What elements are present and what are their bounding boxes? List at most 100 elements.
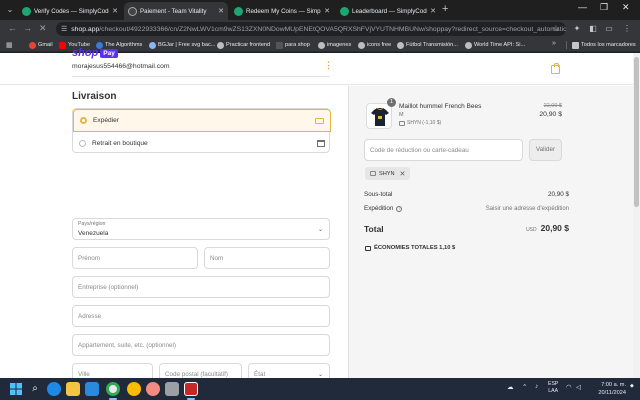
radio-unselected[interactable]	[79, 139, 86, 147]
product-thumbnail	[366, 103, 392, 129]
city-field[interactable]: Ville	[72, 363, 153, 378]
radio-selected[interactable]	[80, 117, 87, 124]
globe-icon	[217, 41, 224, 49]
globe-icon	[358, 41, 365, 49]
bookmark-para-shop[interactable]: para shop	[276, 40, 310, 50]
tab-search-icon[interactable]: ⌄	[4, 4, 16, 16]
chevron-up-icon[interactable]: ⌃	[522, 383, 527, 391]
first-name-field[interactable]: Prénom	[72, 247, 198, 269]
simplycodes-icon	[22, 6, 31, 16]
notification-icon[interactable]: ◆	[630, 383, 634, 389]
bookmark-icons-free[interactable]: icons free	[358, 40, 391, 50]
discount-code-field[interactable]: Code de réduction ou carte-cadeau	[364, 139, 523, 161]
close-window-icon[interactable]: ✕	[622, 2, 630, 13]
address-field[interactable]: Adresse	[72, 305, 330, 327]
cloud-icon[interactable]: ☁	[507, 383, 514, 391]
file-explorer-icon[interactable]	[66, 382, 80, 396]
bookmark-star-icon[interactable]: ☆	[551, 24, 561, 34]
apps-grid-icon[interactable]: ▦	[6, 41, 13, 49]
tab-paiement[interactable]: Paiement - Team Vitality ✕	[124, 2, 228, 20]
shipping-label: Expédition ?	[364, 205, 403, 212]
chrome-icon[interactable]	[106, 382, 120, 396]
new-tab-button[interactable]: +	[442, 3, 448, 15]
all-bookmarks-button[interactable]: Todos los marcadores	[572, 40, 636, 50]
quantity-badge: 1	[387, 98, 396, 107]
search-icon[interactable]: ⌕	[28, 382, 42, 396]
bookmark-world-time-api[interactable]: World Time API: Si...	[465, 40, 525, 50]
total-savings: ÉCONOMIES TOTALES 1,10 $	[365, 245, 455, 251]
language-indicator[interactable]: ESP LAA	[548, 381, 558, 395]
folder-icon	[276, 41, 283, 49]
maximize-icon[interactable]: ❐	[600, 2, 608, 13]
discounted-price: 20,90 $	[539, 111, 562, 118]
globe-icon	[318, 41, 325, 49]
bookmark-bgjar[interactable]: BGJar | Free svg bac...	[149, 40, 215, 50]
globe-icon	[465, 41, 472, 49]
stop-loading-icon[interactable]: ✕	[39, 23, 47, 34]
delivery-heading: Livraison	[72, 91, 117, 102]
recording-app-icon[interactable]	[184, 382, 198, 396]
site-info-icon[interactable]: ☰	[61, 25, 67, 33]
company-field[interactable]: Entreprise (optionnel)	[72, 276, 330, 298]
gmail-icon	[29, 41, 36, 49]
tab-redeem-coins[interactable]: Redeem My Coins — SimplyCodes ✕	[230, 2, 334, 20]
tag-icon	[399, 120, 405, 126]
youtube-icon	[59, 41, 66, 49]
state-select[interactable]: État ⌄	[248, 363, 330, 378]
app-icon[interactable]	[165, 382, 179, 396]
wifi-icon[interactable]: ◠	[566, 383, 572, 391]
extension-icon[interactable]: ✦	[572, 24, 582, 34]
jersey-icon	[371, 107, 389, 126]
page-scrollbar[interactable]	[633, 53, 640, 378]
tab-title: Verify Codes — SimplyCodes	[34, 7, 110, 15]
tab-leaderboard[interactable]: Leaderboard — SimplyCodes ✕	[336, 2, 440, 20]
postal-code-field[interactable]: Code postal (facultatif)	[159, 363, 242, 378]
vscode-icon[interactable]	[85, 382, 99, 396]
menu-icon[interactable]: ⋮	[622, 24, 632, 34]
close-tab-icon[interactable]: ✕	[430, 7, 436, 15]
tab-verify-codes[interactable]: Verify Codes — SimplyCodes ✕	[18, 2, 122, 20]
edge-icon[interactable]	[47, 382, 61, 396]
address-bar[interactable]: ☰ shop.app /checkout/4922933366/cn/Z2NwL…	[56, 22, 566, 36]
forward-icon[interactable]: →	[23, 23, 32, 33]
chevron-down-icon: ⌄	[317, 372, 323, 378]
last-name-field[interactable]: Nom	[204, 247, 330, 269]
clock[interactable]: 7:00 a. m. 20/11/2024	[592, 381, 626, 397]
volume-icon[interactable]: ◁	[576, 383, 581, 391]
divider	[566, 41, 567, 49]
microphone-app-icon[interactable]	[146, 382, 160, 396]
product-variant: M	[399, 112, 404, 118]
original-price: 22,00 $	[543, 103, 562, 109]
more-bookmarks-icon[interactable]: »	[552, 40, 556, 47]
total-label: Total	[364, 224, 384, 234]
team-vitality-icon	[128, 6, 137, 16]
remove-discount-icon[interactable]: ✕	[400, 170, 406, 178]
delivery-option-ship[interactable]: Expédier	[73, 109, 331, 132]
extensions-puzzle-icon[interactable]: ◧	[588, 24, 598, 34]
chrome-canary-icon[interactable]	[127, 382, 141, 396]
bookmark-futbol[interactable]: Fútbol Transmisión...	[397, 40, 458, 50]
bookmark-practicar-frontend[interactable]: Practicar frontend	[217, 40, 270, 50]
globe-icon	[397, 41, 404, 49]
account-menu-icon[interactable]: ⋮	[324, 60, 333, 71]
bookmark-imagenes[interactable]: imagenes	[318, 40, 351, 50]
microphone-icon[interactable]: ♪	[535, 383, 538, 390]
shopping-bag-icon[interactable]	[551, 63, 560, 74]
close-tab-icon[interactable]: ✕	[324, 7, 330, 15]
minimize-icon[interactable]: —	[578, 2, 587, 12]
back-icon[interactable]: ←	[8, 23, 17, 33]
country-select[interactable]: Pays/région Venezuela ⌄	[72, 218, 330, 240]
delivery-option-pickup[interactable]: Retrait en boutique	[73, 132, 331, 154]
close-tab-icon[interactable]: ✕	[218, 7, 224, 15]
close-tab-icon[interactable]: ✕	[112, 7, 118, 15]
info-icon[interactable]: ?	[396, 205, 403, 212]
bgjar-icon	[149, 41, 156, 49]
apartment-field[interactable]: Appartement, suite, etc. (optionnel)	[72, 334, 330, 356]
total-amount: USD 20,90 $	[526, 223, 569, 233]
windows-start-icon[interactable]	[9, 382, 23, 396]
profile-icon[interactable]: ▭	[604, 24, 614, 34]
scrollbar-thumb[interactable]	[634, 57, 639, 207]
tag-icon	[365, 245, 371, 251]
apply-discount-button[interactable]: Valider	[529, 139, 562, 161]
bookmark-gmail[interactable]: Gmail	[29, 40, 53, 50]
